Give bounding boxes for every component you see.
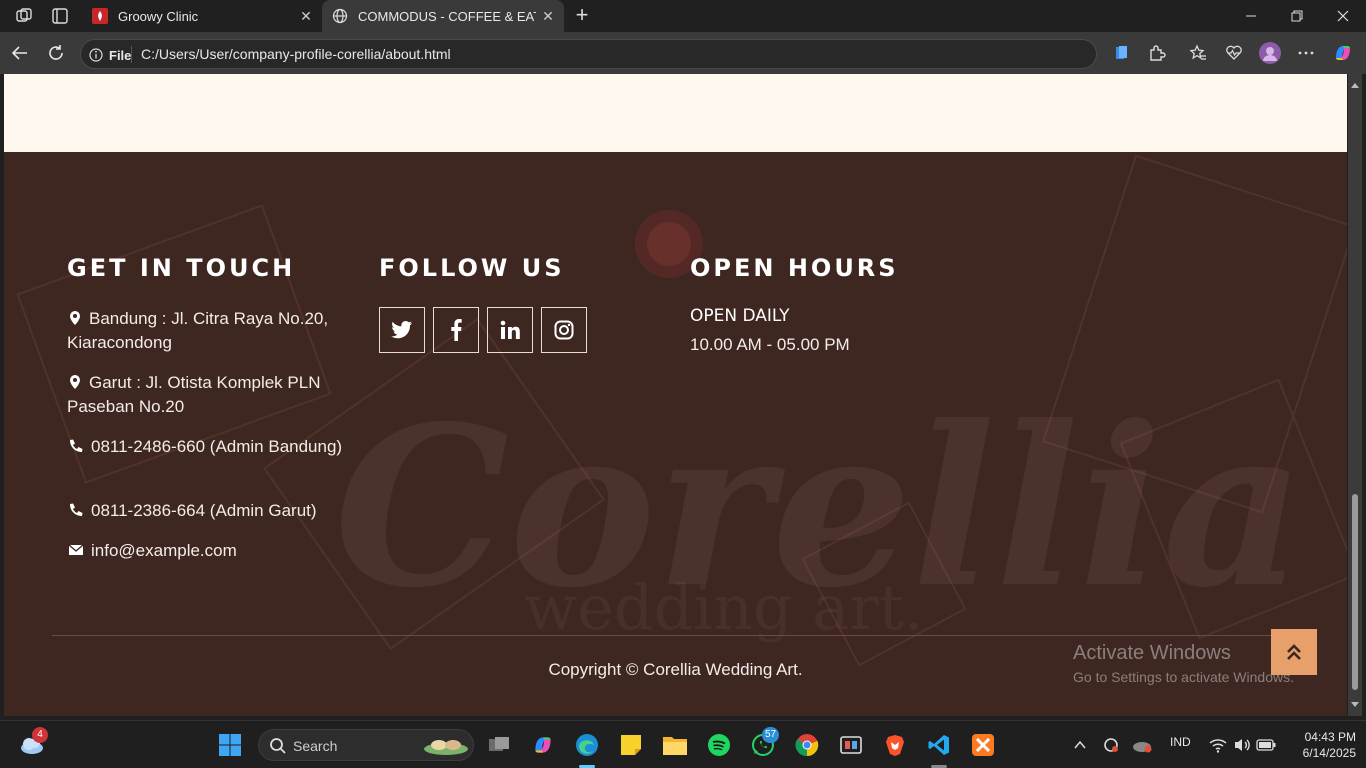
page-scrollbar[interactable] [1348,74,1362,716]
more-options-icon[interactable] [1294,41,1318,65]
new-tab-button[interactable]: + [570,4,594,28]
tab-title: COMMODUS - COFFEE & EATERY [358,8,536,24]
sticky-notes-icon[interactable] [617,731,645,759]
scroll-up-arrow-icon[interactable] [1348,80,1362,90]
info-icon [89,48,103,62]
address-bar[interactable]: File C:/Users/User/company-profile-corel… [80,39,1097,69]
contact-text: info@example.com [91,541,237,560]
clinic-favicon-icon [92,8,108,24]
open-hours-heading: OPEN HOURS [690,254,899,282]
contact-address-bandung: Bandung : Jl. Citra Raya No.20, Kiaracon… [67,307,347,355]
close-tab-icon[interactable]: ✕ [294,4,318,28]
search-highlight-icon [424,740,468,755]
browser-tabstrip: Groowy Clinic ✕ COMMODUS - COFFEE & EATE… [0,0,1366,32]
address-separator [131,46,132,63]
page-viewport: Corellia wedding art. GET IN TOUCH Bandu… [4,74,1347,716]
contact-phone-garut: 0811-2386-664 (Admin Garut) [67,499,347,523]
instagram-link[interactable] [541,307,587,353]
vscode-icon[interactable] [925,731,953,759]
scroll-down-arrow-icon[interactable] [1348,700,1362,710]
search-label: Search [293,738,338,754]
snipping-tool-icon[interactable] [837,731,865,759]
collections-icon[interactable] [1109,41,1133,65]
footer-divider [52,635,1302,636]
clock-date: 6/14/2025 [1302,746,1356,760]
brave-icon[interactable] [881,731,909,759]
minimize-button[interactable] [1228,0,1274,32]
phone-icon [70,503,83,516]
taskbar-search-box[interactable]: Search [258,729,474,761]
svg-text:wedding art.: wedding art. [524,571,924,644]
facebook-link[interactable] [433,307,479,353]
tab-groowy-clinic[interactable]: Groowy Clinic ✕ [82,0,322,32]
extensions-icon[interactable] [1145,41,1169,65]
weather-badge: 4 [32,727,48,743]
onedrive-tray-icon[interactable] [1128,731,1156,759]
copilot-taskbar-icon[interactable] [529,731,557,759]
linkedin-link[interactable] [487,307,533,353]
instagram-icon [554,320,574,340]
globe-icon [332,8,348,24]
search-icon [270,738,286,754]
get-in-touch-heading: GET IN TOUCH [67,254,296,282]
profile-avatar[interactable] [1258,41,1282,65]
contact-text: 0811-2386-664 (Admin Garut) [91,501,317,520]
site-info-button[interactable]: File [89,46,131,64]
contact-text: 0811-2486-660 (Admin Bandung) [91,437,343,456]
battery-icon[interactable] [1252,731,1280,759]
contact-address-garut: Garut : Jl. Otista Komplek PLN Paseban N… [67,371,347,419]
open-daily-label: OPEN DAILY [690,306,790,326]
scrollbar-thumb[interactable] [1352,494,1358,690]
contact-text: Garut : Jl. Otista Komplek PLN Paseban N… [67,373,321,416]
workspaces-icon[interactable] [14,6,34,26]
contact-text: Bandung : Jl. Citra Raya No.20, Kiaracon… [67,309,329,352]
activate-subtitle: Go to Settings to activate Windows. [1073,669,1294,685]
scheme-label: File [109,47,132,63]
restore-button[interactable] [1274,0,1320,32]
copilot-icon[interactable] [1331,41,1355,65]
envelope-icon [68,544,84,555]
spotify-icon[interactable] [705,731,733,759]
chrome-icon[interactable] [793,731,821,759]
language-indicator[interactable]: IND [1170,735,1191,749]
twitter-icon [391,321,413,339]
task-view-icon[interactable] [485,731,513,759]
open-hours-time: 10.00 AM - 05.00 PM [690,335,850,354]
sync-tray-icon[interactable] [1097,731,1125,759]
contact-email: info@example.com [67,539,347,563]
back-icon[interactable] [8,41,32,65]
back-to-top-button[interactable] [1271,629,1317,675]
browser-essentials-icon[interactable] [1222,41,1246,65]
torn-paper-edge [4,126,1347,142]
twitter-link[interactable] [379,307,425,353]
windows-taskbar: 4 Search 57 IND 04:43 PM 6/14/2025 [0,720,1366,768]
chevron-up-icon[interactable] [1066,731,1094,759]
tab-commodus[interactable]: COMMODUS - COFFEE & EATERY ✕ [322,0,564,32]
xampp-icon[interactable] [969,731,997,759]
close-window-button[interactable] [1320,0,1366,32]
refresh-icon[interactable] [44,41,68,65]
map-marker-icon [70,311,80,325]
start-button[interactable] [216,731,244,759]
clock-time: 04:43 PM [1304,730,1356,744]
vertical-tabs-icon[interactable] [50,6,70,26]
activate-title: Activate Windows [1073,642,1231,664]
phone-icon [70,439,83,452]
file-explorer-icon[interactable] [661,731,689,759]
url-text[interactable]: C:/Users/User/company-profile-corellia/a… [141,46,451,62]
linkedin-icon [500,320,520,339]
edge-icon[interactable] [573,731,601,759]
map-marker-icon [70,375,80,389]
system-clock[interactable]: 04:43 PM 6/14/2025 [1284,729,1356,761]
contact-phone-bandung: 0811-2486-660 (Admin Bandung) [67,435,347,459]
tab-title: Groowy Clinic [118,8,199,24]
whatsapp-badge: 57 [762,727,780,743]
close-tab-icon[interactable]: ✕ [536,4,560,28]
favorites-icon[interactable] [1186,41,1210,65]
follow-us-heading: FOLLOW US [379,254,565,282]
activate-windows-watermark: Activate Windows Go to Settings to activ… [1073,642,1294,685]
facebook-icon [451,319,462,341]
double-chevron-up-icon [1287,644,1301,660]
